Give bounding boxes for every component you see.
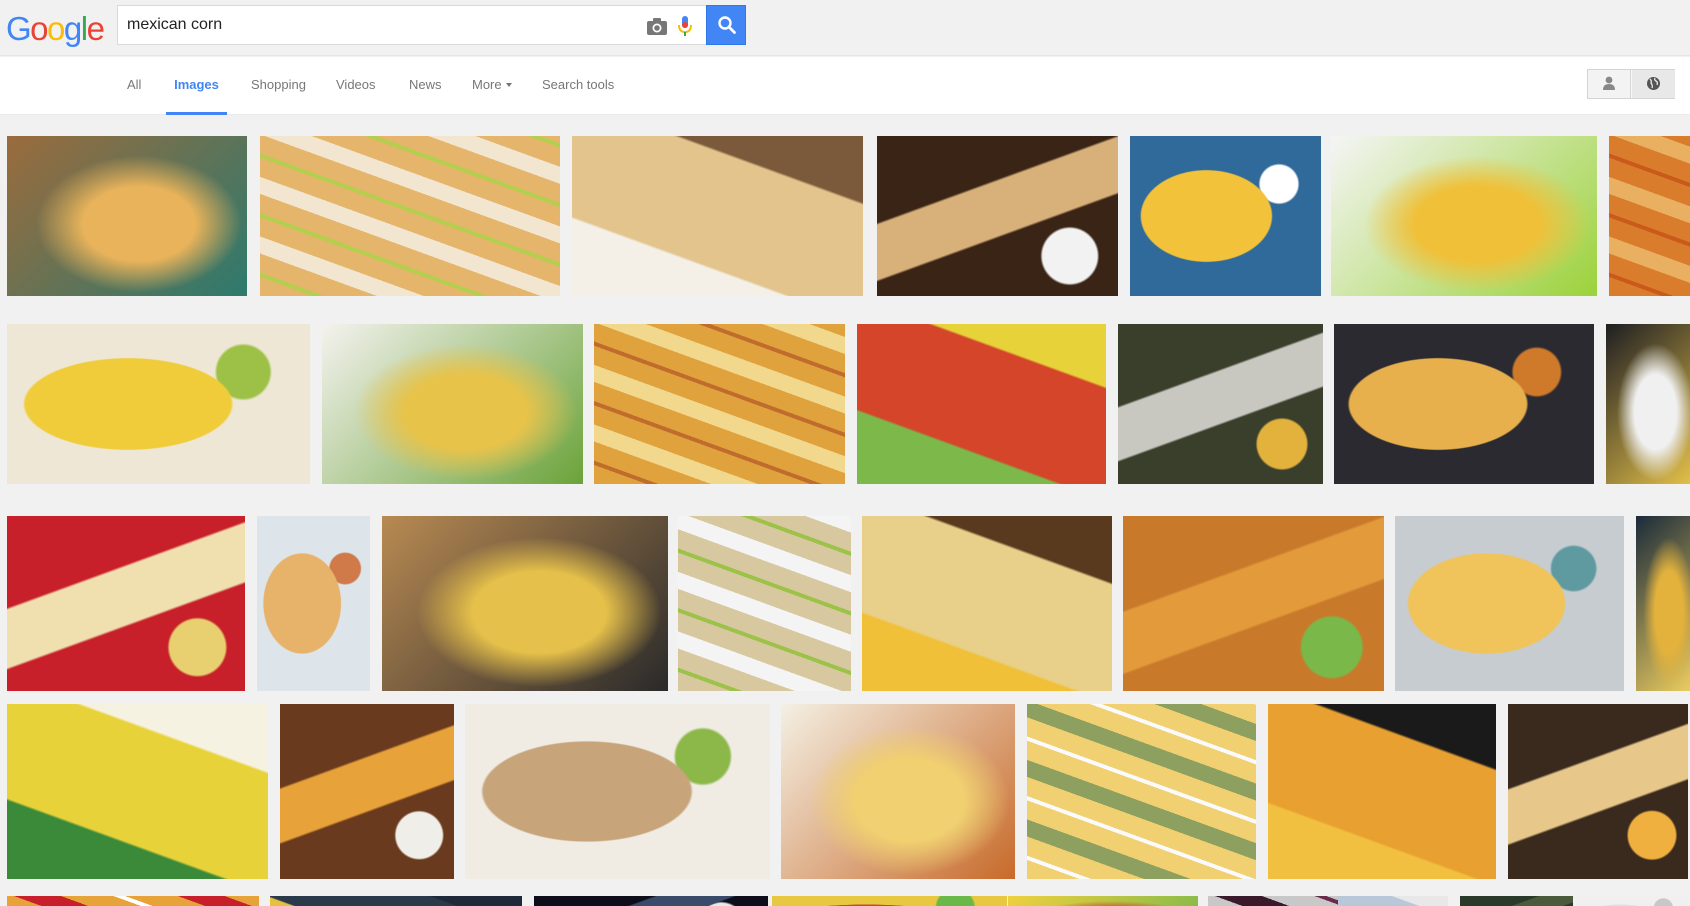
logo-letter: G — [6, 10, 32, 47]
image-result-thumbnail[interactable] — [382, 516, 668, 691]
google-logo[interactable]: Google — [6, 10, 105, 48]
tab-all[interactable]: All — [127, 57, 141, 115]
image-result-thumbnail[interactable] — [7, 896, 259, 906]
image-result-thumbnail[interactable] — [772, 896, 1007, 906]
image-result-thumbnail[interactable] — [7, 516, 245, 691]
search-input[interactable] — [127, 6, 607, 44]
image-result-thumbnail[interactable] — [1636, 516, 1690, 691]
image-result-thumbnail[interactable] — [1331, 136, 1597, 296]
image-result-thumbnail[interactable] — [594, 324, 845, 484]
image-result-thumbnail[interactable] — [1027, 704, 1256, 879]
image-result-thumbnail[interactable] — [270, 896, 522, 906]
image-result-thumbnail[interactable] — [7, 136, 247, 296]
image-results-grid — [0, 116, 1690, 906]
personal-results-button[interactable] — [1588, 70, 1631, 98]
image-result-thumbnail[interactable] — [1338, 896, 1448, 906]
safesearch-toggle — [1587, 69, 1675, 99]
image-result-thumbnail[interactable] — [678, 516, 851, 691]
image-result-thumbnail[interactable] — [781, 704, 1015, 879]
image-result-thumbnail[interactable] — [1508, 704, 1688, 879]
tab-images[interactable]: Images — [166, 57, 227, 115]
image-result-thumbnail[interactable] — [465, 704, 770, 879]
logo-letter: e — [86, 10, 105, 47]
image-result-thumbnail[interactable] — [1008, 896, 1198, 906]
image-result-thumbnail[interactable] — [877, 136, 1118, 296]
tab-shopping[interactable]: Shopping — [251, 57, 306, 115]
image-result-thumbnail[interactable] — [1576, 896, 1688, 906]
image-result-thumbnail[interactable] — [1268, 704, 1496, 879]
image-result-thumbnail[interactable] — [862, 516, 1112, 691]
image-result-thumbnail[interactable] — [572, 136, 863, 296]
tab-videos[interactable]: Videos — [336, 57, 376, 115]
logo-letter: g — [63, 10, 82, 47]
tab-more[interactable]: More — [472, 57, 512, 115]
image-result-thumbnail[interactable] — [280, 704, 454, 879]
image-result-thumbnail[interactable] — [257, 516, 370, 691]
microphone-icon[interactable] — [677, 14, 693, 38]
logo-letter: o — [47, 10, 65, 47]
image-result-thumbnail[interactable] — [1208, 896, 1340, 906]
image-result-thumbnail[interactable] — [1609, 136, 1690, 296]
search-button[interactable] — [706, 5, 746, 45]
image-result-thumbnail[interactable] — [1334, 324, 1594, 484]
globe-icon — [1647, 77, 1660, 90]
tab-search-tools[interactable]: Search tools — [542, 57, 614, 115]
logo-letter: o — [30, 10, 48, 47]
person-icon — [1603, 76, 1615, 90]
top-bar: Google — [0, 0, 1690, 56]
image-result-thumbnail[interactable] — [7, 704, 268, 879]
image-result-thumbnail[interactable] — [7, 324, 310, 484]
image-result-thumbnail[interactable] — [1118, 324, 1323, 484]
image-result-thumbnail[interactable] — [857, 324, 1106, 484]
caret-down-icon — [505, 83, 512, 87]
search-tabs-bar: All Images Shopping Videos News More Sea… — [0, 57, 1690, 115]
camera-icon[interactable] — [646, 16, 668, 36]
image-result-thumbnail[interactable] — [1460, 896, 1573, 906]
search-box — [117, 5, 707, 45]
image-result-thumbnail[interactable] — [1123, 516, 1384, 691]
image-result-thumbnail[interactable] — [322, 324, 583, 484]
magnifier-icon — [718, 16, 736, 34]
image-result-thumbnail[interactable] — [1130, 136, 1321, 296]
image-result-thumbnail[interactable] — [1606, 324, 1690, 484]
image-result-thumbnail[interactable] — [534, 896, 768, 906]
global-results-button[interactable] — [1632, 70, 1675, 98]
image-result-thumbnail[interactable] — [260, 136, 560, 296]
image-result-thumbnail[interactable] — [1395, 516, 1624, 691]
tab-news[interactable]: News — [409, 57, 442, 115]
